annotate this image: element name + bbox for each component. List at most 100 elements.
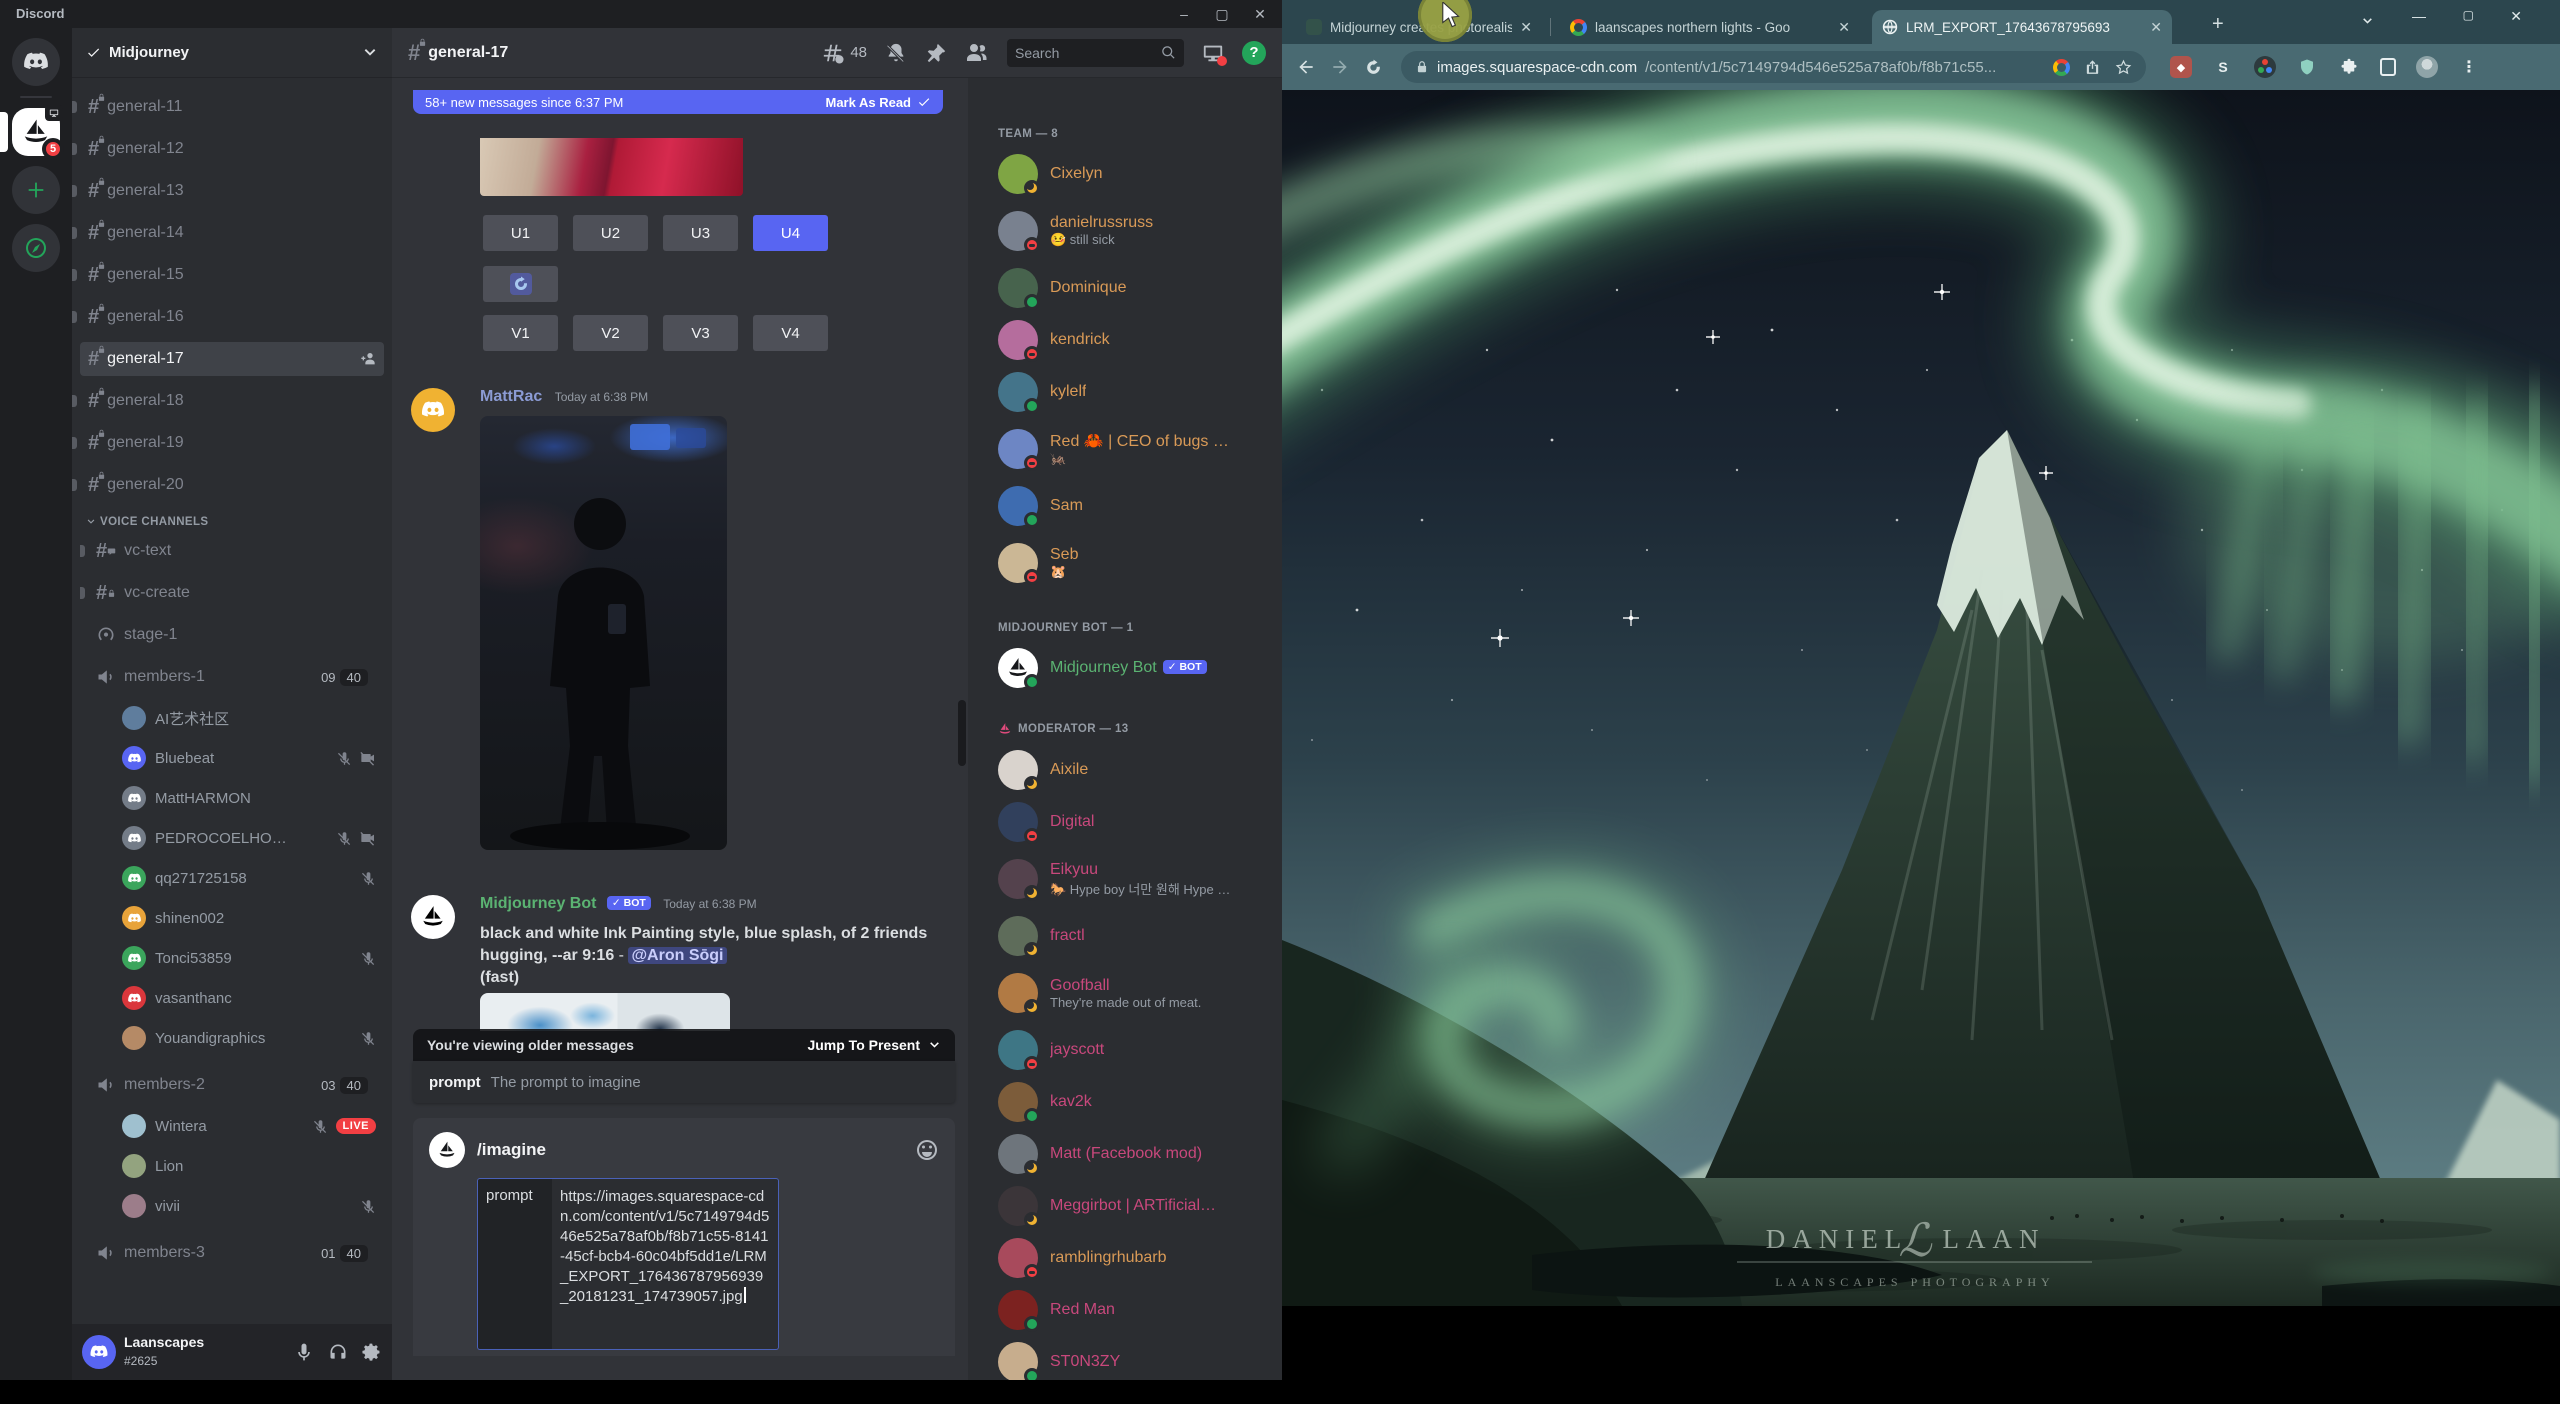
- v4-button[interactable]: V4: [753, 315, 828, 351]
- slash-command-hint[interactable]: prompt The prompt to imagine: [413, 1061, 955, 1103]
- voice-user[interactable]: Bluebeat: [122, 742, 376, 774]
- discord-close-button[interactable]: ✕: [1246, 5, 1274, 23]
- member-row[interactable]: Digital: [998, 796, 1274, 848]
- message-author[interactable]: MattRac: [480, 388, 542, 405]
- voice-user[interactable]: AI艺术社区: [122, 702, 376, 734]
- browser-maximize-button[interactable]: ▢: [2463, 8, 2474, 22]
- channel-stage-1[interactable]: stage-1: [88, 618, 376, 652]
- close-tab-icon[interactable]: ✕: [1838, 19, 1850, 36]
- user-mention[interactable]: @Aron Sōgi: [628, 947, 727, 964]
- tab-image-active[interactable]: LRM_EXPORT_17643678795693 ✕: [1872, 10, 2172, 44]
- u2-button[interactable]: U2: [573, 215, 648, 251]
- voice-user[interactable]: shinen002: [122, 902, 376, 934]
- member-row[interactable]: Dominique: [998, 262, 1274, 314]
- member-row[interactable]: Goofball They're made out of meat.: [998, 962, 1274, 1024]
- headphones-icon[interactable]: [328, 1342, 348, 1362]
- server-icon-midjourney[interactable]: 5: [0, 105, 64, 160]
- reload-button[interactable]: [1364, 58, 1383, 77]
- midjourney-grid-image[interactable]: [480, 138, 743, 196]
- extension-icon-s[interactable]: S: [2212, 56, 2234, 78]
- avatar[interactable]: [411, 388, 455, 432]
- voice-user[interactable]: qq271725158: [122, 862, 376, 894]
- channel-general-19[interactable]: # general-19: [72, 426, 384, 460]
- voice-user[interactable]: Wintera LIVE: [122, 1110, 376, 1142]
- new-tab-button[interactable]: +: [2212, 14, 2224, 34]
- u3-button[interactable]: U3: [663, 215, 738, 251]
- person-add-icon[interactable]: [360, 351, 376, 367]
- home-button[interactable]: [12, 38, 60, 86]
- forward-button[interactable]: [1330, 57, 1350, 77]
- reroll-button[interactable]: [483, 266, 558, 302]
- member-row[interactable]: kendrick: [998, 314, 1274, 366]
- message-author[interactable]: Midjourney Bot: [480, 895, 596, 912]
- server-header[interactable]: Midjourney: [72, 28, 392, 78]
- inbox-button[interactable]: [1202, 42, 1227, 66]
- tab-google-search[interactable]: laanscapes northern lights - Goo ✕: [1560, 10, 1860, 44]
- member-row[interactable]: kylelf: [998, 366, 1274, 418]
- channel-general-14[interactable]: # general-14: [72, 216, 384, 250]
- member-row[interactable]: kav2k: [998, 1076, 1274, 1128]
- back-button[interactable]: [1296, 57, 1316, 77]
- option-value[interactable]: https://images.squarespace-cdn.com/conte…: [552, 1179, 778, 1349]
- address-bar[interactable]: images.squarespace-cdn.com /content/v1/5…: [1401, 51, 2146, 83]
- extension-icon-rect[interactable]: [2380, 58, 2396, 76]
- member-row[interactable]: Seb 🐹: [998, 532, 1274, 594]
- member-row[interactable]: danielrussruss 🤒 still sick: [998, 200, 1274, 262]
- mic-icon[interactable]: [294, 1342, 314, 1362]
- discord-maximize-button[interactable]: ▢: [1208, 5, 1236, 23]
- avatar[interactable]: [82, 1335, 116, 1369]
- tab-search-icon[interactable]: [2361, 12, 2374, 28]
- emoji-picker-button[interactable]: [915, 1138, 939, 1162]
- voice-user[interactable]: PEDROCOELHO…: [122, 822, 376, 854]
- channel-vc-text[interactable]: # vc-text: [80, 534, 376, 568]
- u1-button[interactable]: U1: [483, 215, 558, 251]
- channel-general-17[interactable]: # general-17: [80, 342, 384, 376]
- channel-general-12[interactable]: # general-12: [72, 132, 384, 166]
- voice-room-members-1[interactable]: members-1 09 40: [88, 660, 376, 694]
- voice-user[interactable]: vivii: [122, 1190, 376, 1222]
- member-row[interactable]: Midjourney Bot ✓ BOT: [998, 642, 1274, 694]
- voice-room-members-2[interactable]: members-2 03 40: [88, 1068, 376, 1102]
- jump-to-present-button[interactable]: Jump To Present: [807, 1037, 941, 1053]
- settings-gear-icon[interactable]: [362, 1342, 382, 1362]
- voice-channels-category[interactable]: VOICE CHANNELS: [86, 516, 376, 528]
- bookmark-star-button[interactable]: [2115, 59, 2132, 76]
- browser-menu-icon[interactable]: ⋮: [2458, 56, 2480, 78]
- member-row[interactable]: Cixelyn: [998, 148, 1274, 200]
- voice-user[interactable]: MattHARMON: [122, 782, 376, 814]
- v3-button[interactable]: V3: [663, 315, 738, 351]
- pinned-messages-icon[interactable]: [925, 42, 947, 64]
- explore-button[interactable]: [12, 224, 60, 272]
- member-row[interactable]: Red 🦀 | CEO of bugs … 🦗: [998, 418, 1274, 480]
- member-row[interactable]: Sam: [998, 480, 1274, 532]
- message-image-selfie[interactable]: [480, 416, 727, 850]
- browser-minimize-button[interactable]: —: [2412, 8, 2426, 24]
- notifications-muted-icon[interactable]: [885, 42, 907, 64]
- voice-user[interactable]: Tonci53859: [122, 942, 376, 974]
- member-row[interactable]: ST0N3ZY: [998, 1336, 1274, 1380]
- aurora-photo[interactable]: DANIEL ℒ LAAN LAANSCAPES PHOTOGRAPHY: [1282, 90, 2560, 1306]
- member-list-icon[interactable]: [965, 41, 989, 65]
- member-row[interactable]: ramblingrhubarb: [998, 1232, 1274, 1284]
- member-row[interactable]: Red Man: [998, 1284, 1274, 1336]
- prompt-option-field[interactable]: prompt https://images.squarespace-cdn.co…: [477, 1178, 779, 1350]
- share-button[interactable]: [2084, 59, 2101, 76]
- member-row[interactable]: Aixile: [998, 744, 1274, 796]
- new-messages-bar[interactable]: 58+ new messages since 6:37 PM Mark As R…: [413, 90, 943, 114]
- close-tab-icon[interactable]: ✕: [2150, 19, 2162, 36]
- member-row[interactable]: jayscott: [998, 1024, 1274, 1076]
- profile-avatar[interactable]: [2416, 56, 2438, 78]
- add-server-button[interactable]: [12, 166, 60, 214]
- u4-button[interactable]: U4: [753, 215, 828, 251]
- v2-button[interactable]: V2: [573, 315, 648, 351]
- member-row[interactable]: Meggirbot | ARTificial…: [998, 1180, 1274, 1232]
- channel-general-13[interactable]: # general-13: [72, 174, 384, 208]
- mark-as-read-button[interactable]: Mark As Read: [826, 95, 932, 110]
- chat-scrollbar[interactable]: [958, 700, 966, 766]
- extensions-puzzle-icon[interactable]: [2338, 56, 2360, 78]
- member-row[interactable]: Matt (Facebook mod): [998, 1128, 1274, 1180]
- help-button[interactable]: ?: [1242, 40, 1266, 65]
- browser-close-button[interactable]: ✕: [2510, 8, 2522, 25]
- channel-vc-create[interactable]: # vc-create: [80, 576, 376, 610]
- message-image-splash[interactable]: [480, 993, 730, 1031]
